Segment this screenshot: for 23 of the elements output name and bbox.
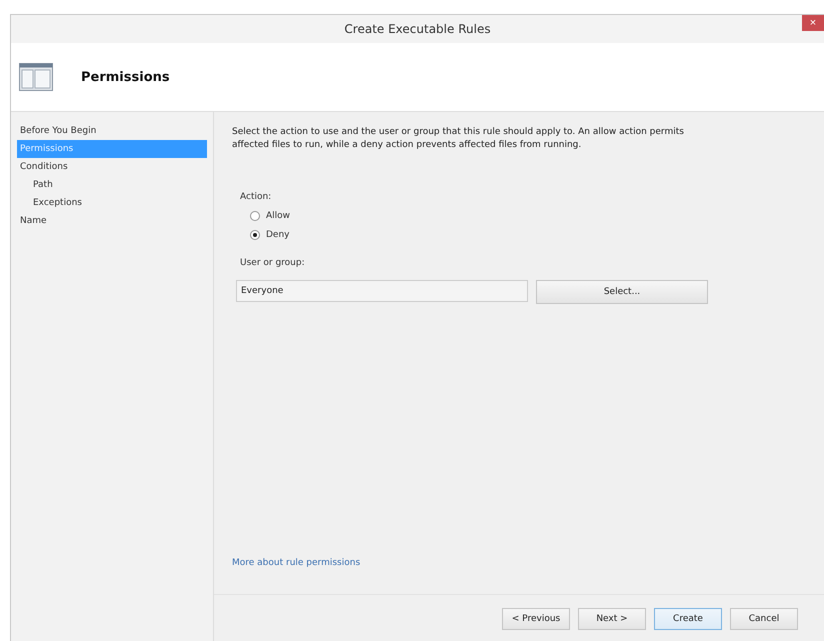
window-title: Create Executable Rules bbox=[344, 22, 491, 36]
step-item[interactable]: Conditions bbox=[17, 158, 207, 176]
help-link[interactable]: More about rule permissions bbox=[232, 558, 824, 568]
window-panes-icon bbox=[19, 63, 53, 91]
step-item[interactable]: Exceptions bbox=[17, 194, 207, 212]
radio-label: Deny bbox=[266, 230, 290, 240]
footer-button[interactable]: Create bbox=[654, 608, 722, 630]
select-button[interactable]: Select... bbox=[536, 280, 708, 304]
step-item[interactable]: Path bbox=[17, 176, 207, 194]
description-text: Select the action to use and the user or group that this rule should apply to. An allow action permits affected files to run, while a deny action prevents affected files from running. bbox=[232, 126, 685, 152]
footer-button[interactable]: < Previous bbox=[502, 608, 570, 630]
action-label: Action: bbox=[239, 192, 272, 202]
user-group-label: User or group: bbox=[239, 258, 306, 268]
close-button[interactable]: × bbox=[802, 15, 824, 31]
footer-button[interactable]: Next > bbox=[578, 608, 646, 630]
radio-button[interactable] bbox=[250, 211, 260, 221]
footer-button[interactable]: Cancel bbox=[730, 608, 798, 630]
user-group-field[interactable]: Everyone bbox=[236, 280, 528, 302]
radio-label: Allow bbox=[266, 211, 290, 221]
radio-button[interactable] bbox=[250, 230, 260, 240]
step-item[interactable]: Before You Begin bbox=[17, 122, 207, 140]
page-heading: Permissions bbox=[81, 70, 170, 84]
step-item[interactable]: Name bbox=[17, 212, 207, 230]
